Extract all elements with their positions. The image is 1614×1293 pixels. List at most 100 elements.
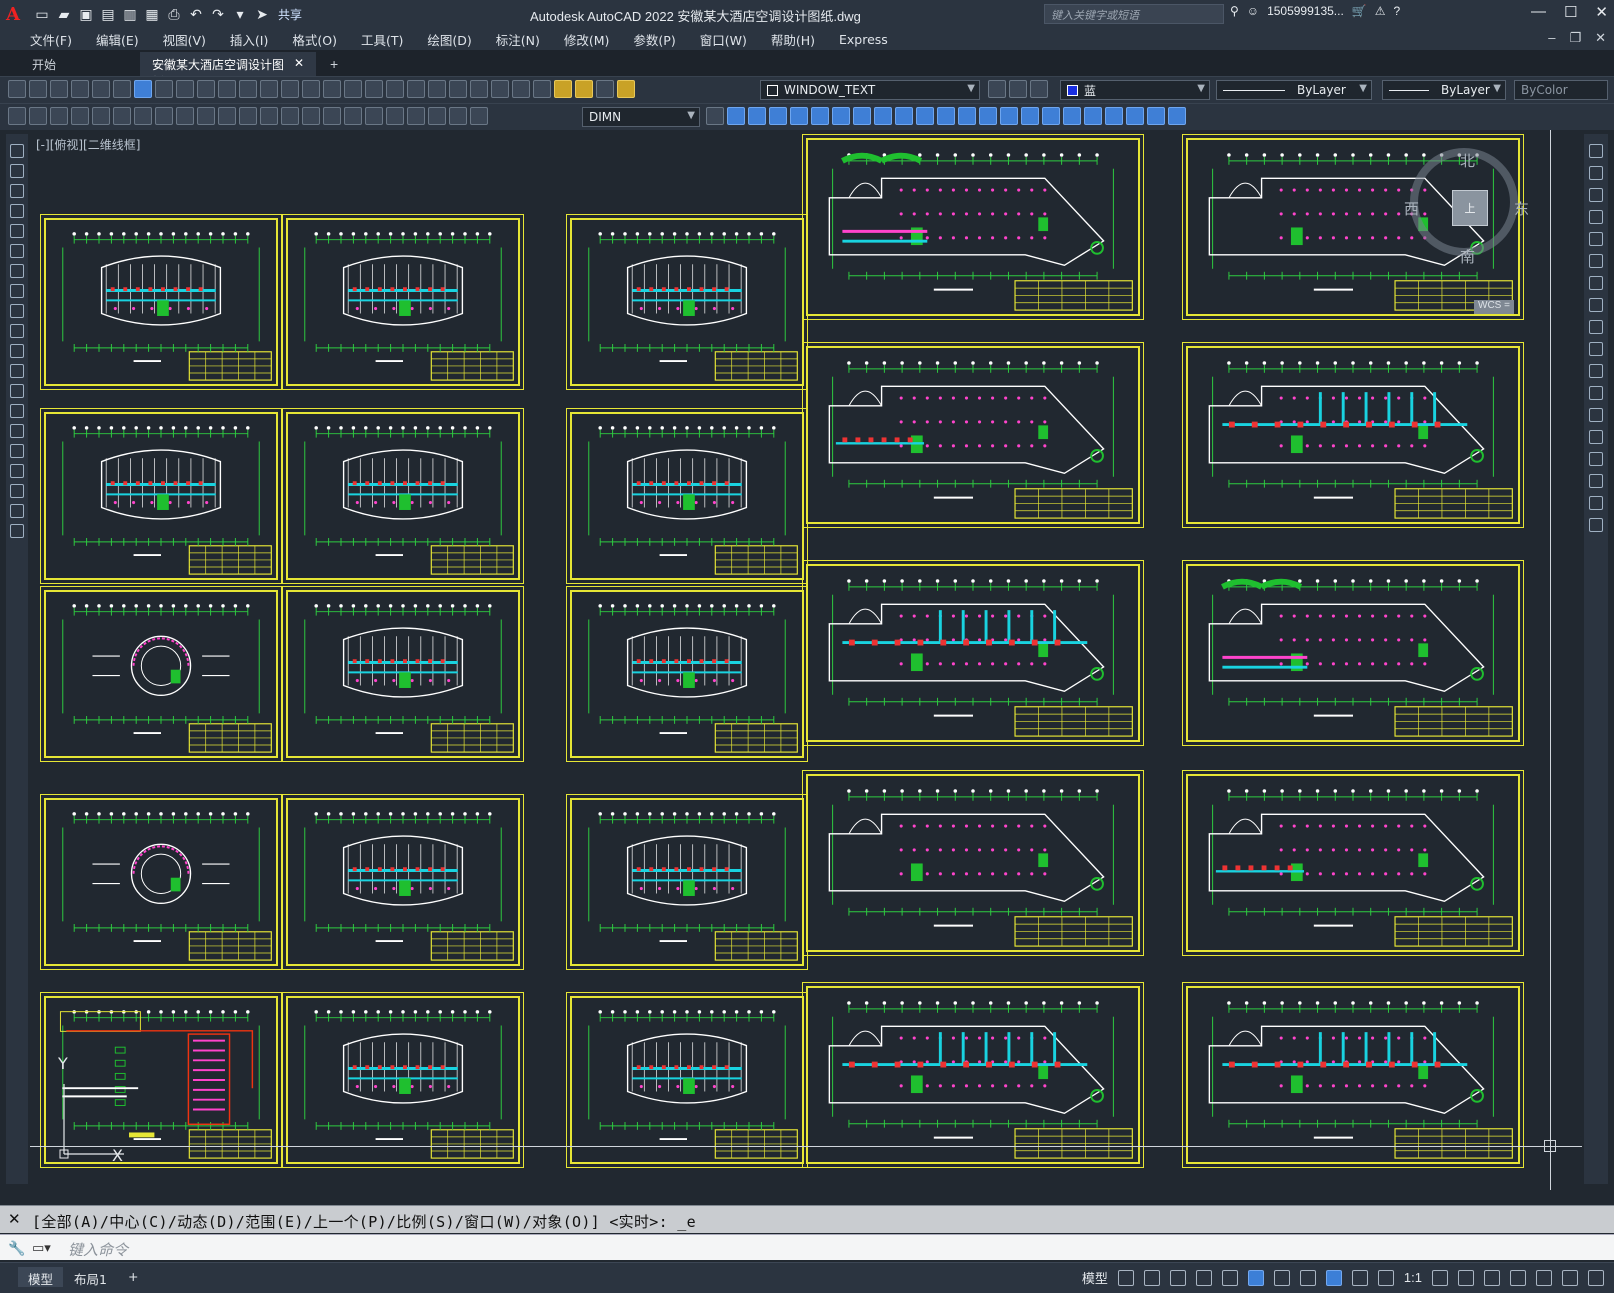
tool-save-icon[interactable] [50,80,68,98]
dim-baseline-icon[interactable] [260,107,278,125]
tool-edit-icon[interactable] [8,107,26,125]
circle-icon[interactable] [10,264,24,278]
tool-cut-icon[interactable] [155,80,173,98]
search-input[interactable]: 键入关键字或短语 [1044,4,1224,24]
gradient-icon[interactable] [10,444,24,458]
tool-help-icon[interactable] [512,80,530,98]
menu-modify[interactable]: 修改(M) [552,30,622,49]
dim-arc-icon[interactable] [113,107,131,125]
add-selected-icon[interactable] [10,524,24,538]
scale-tool-icon[interactable] [1589,298,1603,312]
menu-insert[interactable]: 插入(I) [218,30,280,49]
rotate-icon[interactable] [832,107,850,125]
redo-icon[interactable]: ↷ [208,4,228,24]
stretch-tool-icon[interactable] [1589,320,1603,334]
rotate-tool-icon[interactable] [1589,276,1603,290]
menu-format[interactable]: 格式(O) [280,30,349,49]
make-block-icon[interactable] [10,384,24,398]
tolerance-icon[interactable] [344,107,362,125]
drawing-sheet[interactable] [566,992,808,1168]
insert-block-icon[interactable] [10,364,24,378]
drawing-sheet[interactable] [282,794,524,970]
array-icon[interactable] [790,107,808,125]
tool-plot-icon[interactable] [71,80,89,98]
viewcube-east[interactable]: 东 [1514,198,1529,219]
tool-design-center-icon[interactable] [407,80,425,98]
explode-tool-icon[interactable] [1589,518,1603,532]
inspect-icon[interactable] [386,107,404,125]
drawing-sheet[interactable] [282,214,524,390]
point-icon[interactable] [10,404,24,418]
align-icon[interactable] [1084,107,1102,125]
dim-break-icon[interactable] [323,107,341,125]
drawing-sheet[interactable] [282,408,524,584]
dim-radius-icon[interactable] [155,107,173,125]
doc-restore-icon[interactable]: ❐ [1569,30,1581,46]
dim-aligned-icon[interactable] [92,107,110,125]
tab-close-icon[interactable]: ✕ [294,56,304,72]
viewcube-north[interactable]: 北 [1460,150,1475,171]
tool-calc-icon[interactable] [491,80,509,98]
tool-zoom-prev-icon[interactable] [365,80,383,98]
tool-publish-icon[interactable] [113,80,131,98]
command-line[interactable]: 🔧 ▭▾ 键入命令 [0,1234,1614,1260]
cart-icon[interactable]: 🛒 [1352,4,1367,18]
tool-redo-icon[interactable] [281,80,299,98]
add-layout-button[interactable]: + [118,1267,148,1287]
viewcube-top-face[interactable]: 上 [1452,190,1488,226]
trim-icon[interactable] [895,107,913,125]
mtext-icon[interactable] [10,504,24,518]
annotation-monitor-icon[interactable] [1458,1269,1474,1286]
annotation-scale-icon[interactable] [1377,1269,1394,1286]
layer-lock-icon[interactable] [617,80,635,98]
new-file-icon[interactable]: ▭ [32,4,52,24]
move-icon[interactable] [811,107,829,125]
close-icon[interactable]: ✕ [1595,3,1608,21]
annotation-visibility-icon[interactable] [1325,1269,1342,1286]
isolate-objects-icon[interactable] [1536,1269,1552,1286]
viewport-controls[interactable]: [-][俯视][二维线框] [36,136,140,153]
model-space-toggle[interactable]: 模型 [1082,1268,1108,1287]
trim-tool-icon[interactable] [1589,342,1603,356]
polyline-icon[interactable] [10,184,24,198]
tool-properties-icon[interactable] [386,80,404,98]
save-as-icon[interactable]: ▤ [98,4,118,24]
move-tool-icon[interactable] [1589,254,1603,268]
drawing-sheet[interactable] [1182,770,1524,956]
color-dropdown[interactable]: 蓝 ▼ [1060,80,1210,100]
fillet-icon[interactable] [1000,107,1018,125]
construction-line-icon[interactable] [10,164,24,178]
help-icon[interactable]: ? [1394,4,1401,18]
chamfer-tool-icon[interactable] [1589,452,1603,466]
drawing-sheet[interactable] [1182,342,1524,528]
menu-express[interactable]: Express [827,32,900,47]
break-point-icon[interactable] [1589,386,1603,400]
tool-3dprint-icon[interactable] [134,80,152,98]
lineweight-dropdown[interactable]: ByLayer ▼ [1382,80,1506,100]
osnap-icon[interactable] [1273,1269,1290,1286]
scale-icon[interactable] [853,107,871,125]
ellipse-arc-icon[interactable] [10,344,24,358]
dim-update-icon[interactable] [470,107,488,125]
line-tool-icon[interactable] [10,144,24,158]
tool-preview-icon[interactable] [92,80,110,98]
units-icon[interactable] [1484,1269,1500,1286]
tool-purge-icon[interactable] [29,107,47,125]
polar-icon[interactable] [1195,1269,1212,1286]
menu-help[interactable]: 帮助(H) [759,30,827,49]
tool-block-edit-icon[interactable] [239,80,257,98]
drawing-sheet[interactable] [802,770,1144,956]
array-tool-icon[interactable] [1589,232,1603,246]
tool-layer-props-icon[interactable] [533,80,551,98]
wcs-menu[interactable]: WCS = [1474,300,1514,314]
dim-edit-icon[interactable] [428,107,446,125]
center-mark-icon[interactable] [365,107,383,125]
command-input[interactable]: 键入命令 [68,1239,128,1260]
snap-icon[interactable] [1143,1269,1160,1286]
plot-icon[interactable]: ▦ [142,4,162,24]
drawing-sheet[interactable] [566,586,808,762]
dimstyle-dropdown[interactable]: DIMN ▼ [582,107,700,127]
layer-previous-icon[interactable] [1030,80,1048,98]
ungroup-icon[interactable] [1126,107,1144,125]
stretch-icon[interactable] [874,107,892,125]
